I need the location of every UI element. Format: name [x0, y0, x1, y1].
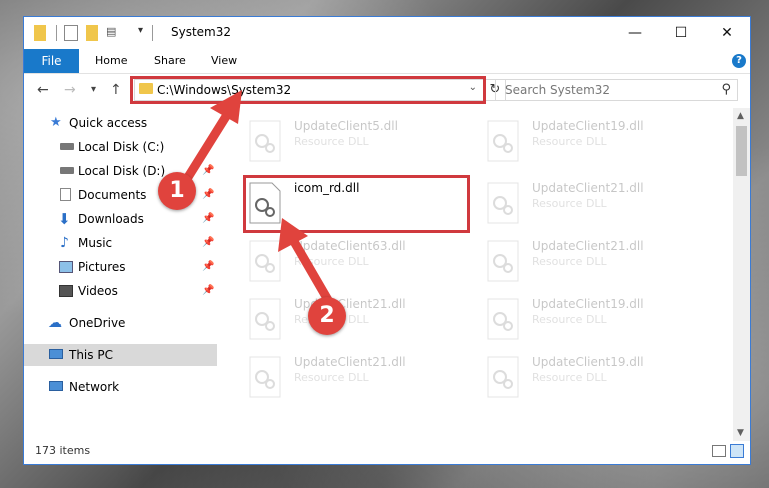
- sidebar-item-label: Downloads: [78, 212, 144, 226]
- pin-icon: 📌: [202, 285, 215, 296]
- up-arrow-icon[interactable]: ↑: [110, 82, 122, 98]
- sidebar-item-label: OneDrive: [69, 316, 126, 330]
- forward-arrow-icon[interactable]: →: [64, 82, 76, 98]
- dll-file-icon: [248, 355, 284, 399]
- scroll-down-icon[interactable]: ▼: [737, 428, 744, 438]
- dll-file-icon: [486, 119, 522, 163]
- file-description: Resource DLL: [532, 255, 607, 268]
- drive-icon: [60, 143, 74, 150]
- sidebar-item-label: Videos: [78, 284, 118, 298]
- film-icon: [59, 285, 73, 297]
- divider: [152, 25, 153, 41]
- search-icon: ⚲: [721, 82, 731, 97]
- step-1-badge: 1: [158, 172, 196, 210]
- network-icon: [49, 381, 63, 391]
- file-name: UpdateClient21.dll: [532, 239, 644, 253]
- tab-share[interactable]: Share: [154, 49, 186, 73]
- back-arrow-icon[interactable]: ←: [37, 82, 49, 98]
- file-explorer-window: ▤ ▾ System32 — ☐ ✕ File Home Share View …: [23, 16, 751, 465]
- navigation-bar: ← → ▾ ↑ C:\Windows\System32 ⌄ ↻ Search S…: [24, 74, 750, 108]
- scroll-up-icon[interactable]: ▲: [737, 111, 744, 121]
- sidebar-item-downloads[interactable]: ⬇ Downloads 📌: [24, 208, 217, 230]
- scrollbar-thumb[interactable]: [736, 126, 747, 176]
- file-name: UpdateClient19.dll: [532, 119, 644, 133]
- file-item[interactable]: UpdateClient5.dll Resource DLL: [246, 117, 466, 167]
- sidebar-item-label: Quick access: [69, 116, 148, 130]
- step-2-badge: 2: [308, 297, 346, 335]
- sidebar-item-videos[interactable]: Videos 📌: [24, 280, 217, 302]
- customize-quick-access-icon[interactable]: ▤: [106, 25, 122, 41]
- title-bar: ▤ ▾ System32 — ☐ ✕: [24, 17, 750, 49]
- file-item[interactable]: UpdateClient19.dll Resource DLL: [484, 353, 704, 403]
- file-item[interactable]: UpdateClient19.dll Resource DLL: [484, 117, 704, 167]
- document-icon: [60, 188, 71, 201]
- recent-locations-chevron-icon[interactable]: ▾: [91, 84, 96, 95]
- search-input[interactable]: Search System32 ⚲: [495, 79, 738, 101]
- vertical-scrollbar[interactable]: ▲ ▼: [733, 108, 750, 441]
- file-description: Resource DLL: [532, 371, 607, 384]
- ribbon: File Home Share View ?: [24, 49, 750, 74]
- chevron-down-icon[interactable]: ▾: [138, 25, 143, 41]
- file-description: Resource DLL: [294, 135, 369, 148]
- file-item[interactable]: UpdateClient21.dll Resource DLL: [484, 179, 704, 229]
- dll-file-icon: [486, 239, 522, 283]
- tab-view[interactable]: View: [211, 49, 237, 73]
- folder-icon: [34, 25, 46, 41]
- status-bar: 173 items: [24, 439, 750, 464]
- sidebar-item-label: Documents: [78, 188, 147, 202]
- window-title: System32: [171, 25, 232, 39]
- dll-file-icon: [486, 181, 522, 225]
- sidebar-item-network[interactable]: Network: [24, 376, 217, 398]
- close-button[interactable]: ✕: [704, 17, 750, 49]
- divider: [56, 25, 57, 41]
- new-folder-icon[interactable]: [86, 25, 98, 41]
- sidebar-item-label: Music: [78, 236, 113, 250]
- dll-file-icon: [486, 355, 522, 399]
- tab-home[interactable]: Home: [95, 49, 127, 73]
- file-name: UpdateClient5.dll: [294, 119, 398, 133]
- search-placeholder: Search System32: [505, 83, 611, 97]
- pin-icon: 📌: [202, 213, 215, 224]
- details-view-icon[interactable]: [712, 445, 726, 457]
- large-icons-view-icon[interactable]: [730, 444, 744, 458]
- star-icon: ★: [50, 115, 62, 130]
- sidebar-item-label: This PC: [69, 348, 113, 362]
- download-arrow-icon: ⬇: [58, 210, 71, 228]
- minimize-button[interactable]: —: [612, 17, 658, 49]
- drive-icon: [60, 167, 74, 174]
- dll-file-icon: [486, 297, 522, 341]
- maximize-button[interactable]: ☐: [658, 17, 704, 49]
- properties-icon[interactable]: [64, 25, 78, 41]
- computer-icon: [49, 349, 63, 359]
- sidebar-item-label: Pictures: [78, 260, 126, 274]
- file-name: UpdateClient19.dll: [532, 297, 644, 311]
- file-name: UpdateClient19.dll: [532, 355, 644, 369]
- file-name: UpdateClient21.dll: [294, 355, 406, 369]
- pin-icon: 📌: [202, 237, 215, 248]
- pin-icon: 📌: [202, 261, 215, 272]
- item-count: 173 items: [35, 444, 91, 457]
- sidebar-item-label: Network: [69, 380, 120, 394]
- music-note-icon: ♪: [60, 235, 69, 251]
- sidebar-item-music[interactable]: ♪ Music 📌: [24, 232, 217, 254]
- file-item[interactable]: UpdateClient21.dll Resource DLL: [246, 353, 466, 403]
- sidebar-item-pictures[interactable]: Pictures 📌: [24, 256, 217, 278]
- file-description: Resource DLL: [532, 313, 607, 326]
- pictures-icon: [59, 261, 73, 273]
- file-description: Resource DLL: [532, 197, 607, 210]
- cloud-icon: ☁: [48, 315, 62, 331]
- file-description: Resource DLL: [532, 135, 607, 148]
- file-description: Resource DLL: [294, 371, 369, 384]
- file-item[interactable]: UpdateClient19.dll Resource DLL: [484, 295, 704, 345]
- sidebar-item-onedrive[interactable]: ☁ OneDrive: [24, 312, 217, 334]
- sidebar-item-this-pc[interactable]: This PC: [24, 344, 217, 366]
- file-item[interactable]: UpdateClient21.dll Resource DLL: [484, 237, 704, 287]
- help-icon[interactable]: ?: [732, 54, 746, 68]
- file-name: UpdateClient21.dll: [532, 181, 644, 195]
- tab-file[interactable]: File: [24, 49, 79, 73]
